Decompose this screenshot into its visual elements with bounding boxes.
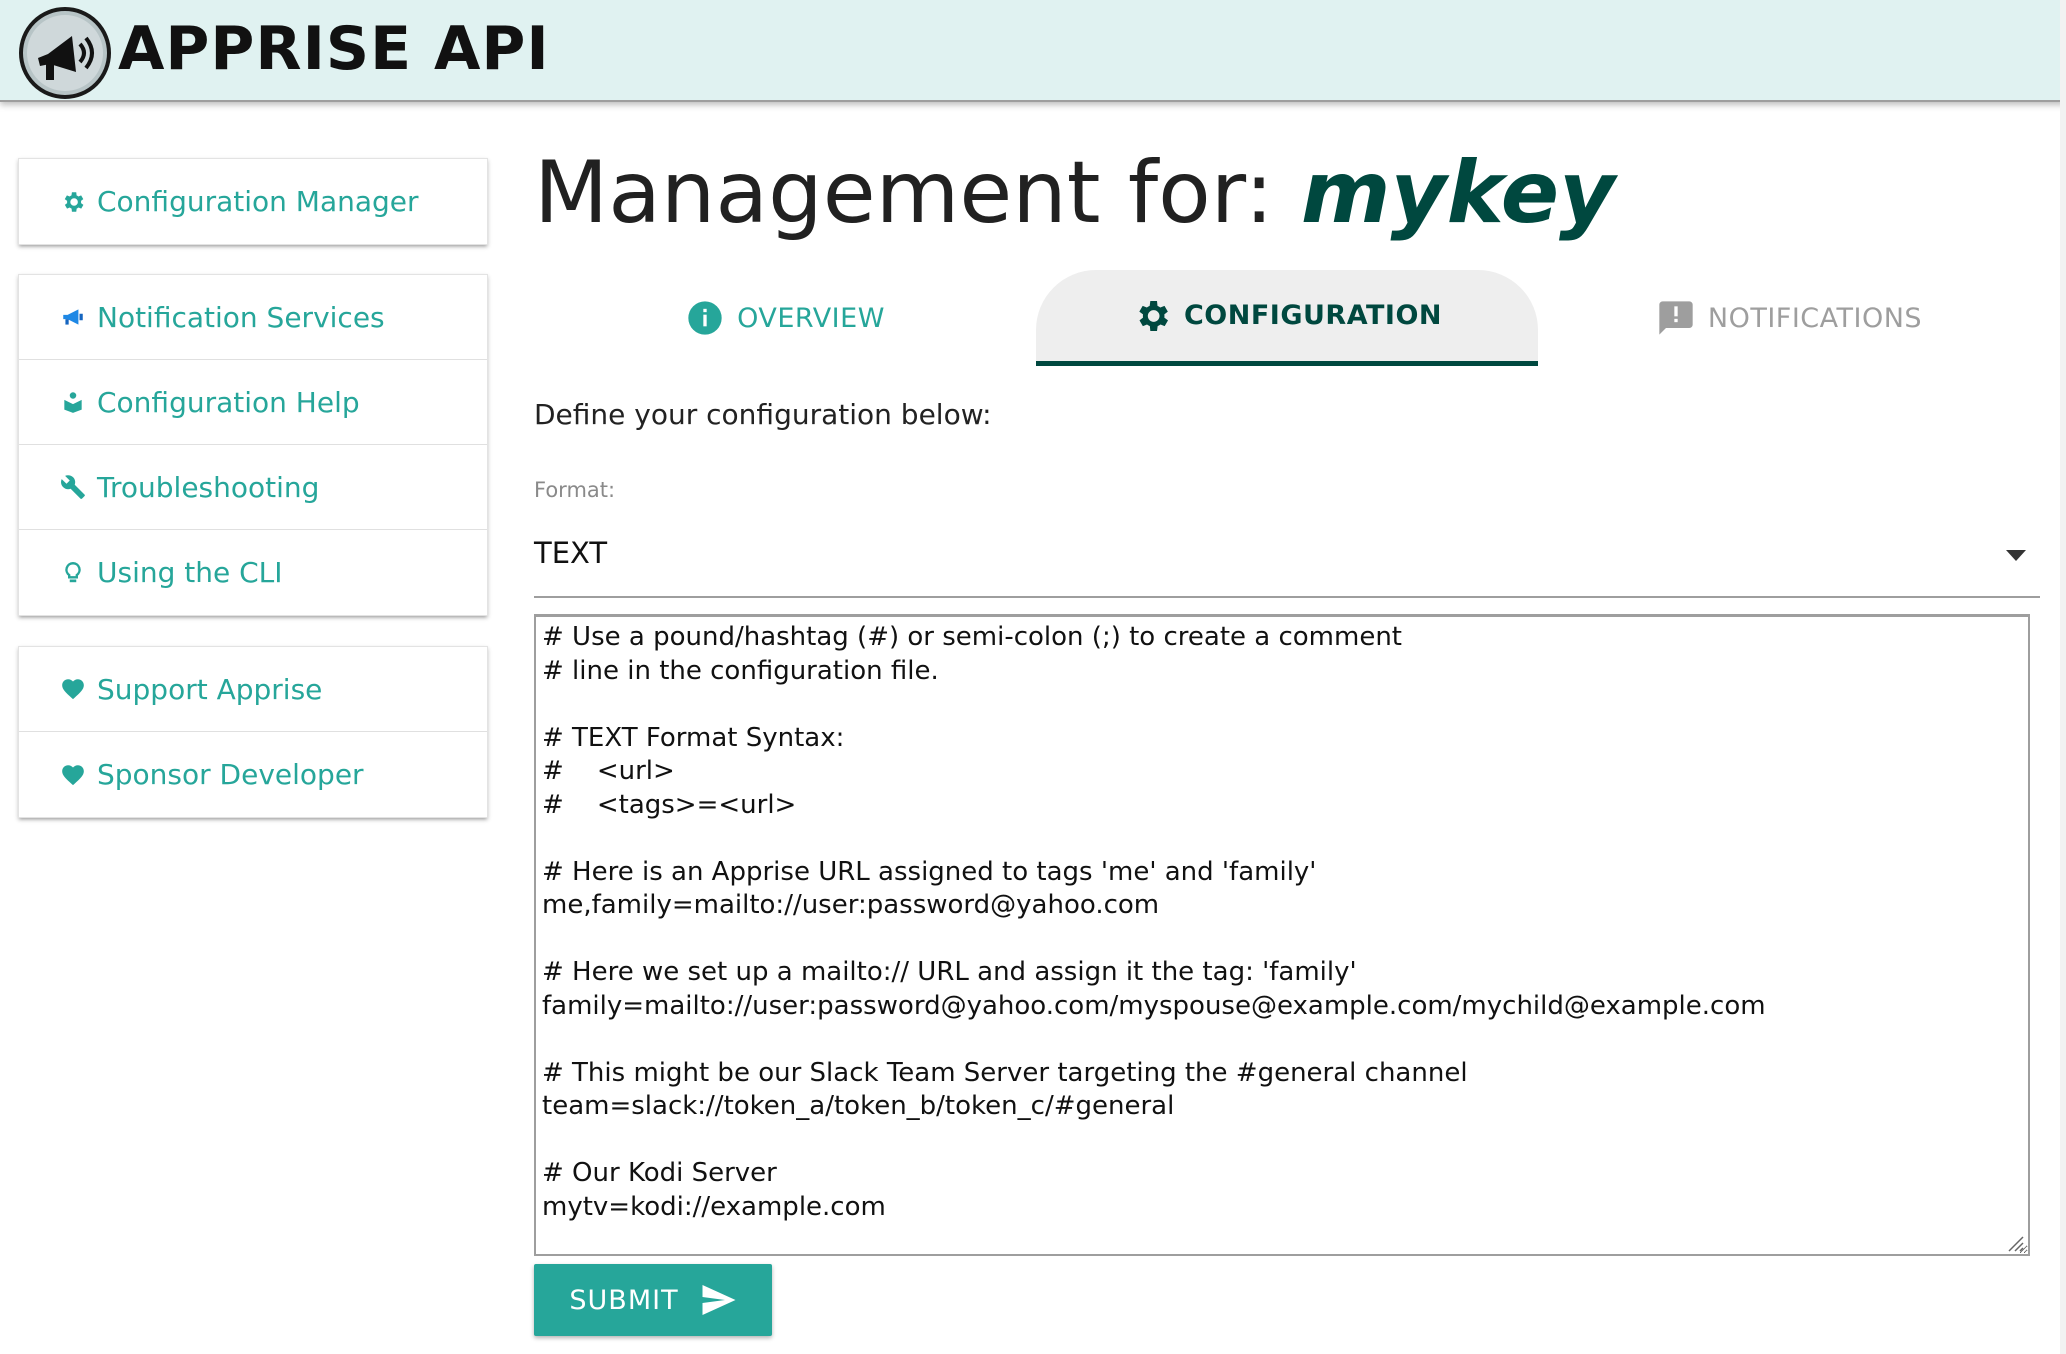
format-select-value: TEXT [534, 536, 608, 570]
apprise-logo[interactable] [18, 6, 112, 100]
sidebar-item-troubleshooting[interactable]: Troubleshooting [19, 445, 487, 530]
tab-configuration[interactable]: CONFIGURATION [1036, 270, 1538, 366]
app-title: APPRISE API [118, 14, 550, 84]
sidebar-item-label: Configuration Help [97, 385, 360, 419]
tab-overview[interactable]: OVERVIEW [534, 270, 1036, 366]
sidebar-group-main: Configuration Manager [18, 158, 488, 245]
sidebar-item-configuration-help[interactable]: Configuration Help [19, 360, 487, 445]
app-header: APPRISE API [0, 0, 2066, 102]
tab-label: OVERVIEW [737, 302, 885, 334]
tab-bar: OVERVIEW CONFIGURATION NOTIFICATIONS [534, 270, 2040, 366]
sidebar-item-label: Sponsor Developer [97, 758, 364, 791]
page-title: Management for: mykey [534, 138, 1615, 248]
format-label: Format: [534, 478, 616, 502]
configuration-textarea[interactable] [534, 614, 2030, 1256]
page-scrollbar[interactable] [2060, 0, 2066, 1354]
sidebar-item-sponsor-developer[interactable]: Sponsor Developer [19, 732, 487, 817]
send-icon [702, 1285, 736, 1315]
heart-icon [59, 761, 87, 789]
gear-icon [1139, 300, 1168, 331]
page-title-prefix: Management for: [534, 143, 1301, 243]
gear-icon [59, 188, 87, 216]
sidebar-item-using-the-cli[interactable]: Using the CLI [19, 530, 487, 615]
feedback-icon [1659, 301, 1693, 335]
sidebar-group-support: Support Apprise Sponsor Developer [18, 646, 488, 818]
heart-icon [59, 675, 87, 703]
sidebar-item-label: Notification Services [97, 300, 385, 334]
page-title-key: mykey [1300, 143, 1616, 243]
help-book-icon [59, 388, 87, 416]
instructions-text: Define your configuration below: [534, 398, 992, 431]
sidebar-item-label: Configuration Manager [97, 185, 419, 218]
format-select[interactable]: TEXT [534, 520, 2040, 598]
tab-label: NOTIFICATIONS [1707, 302, 1923, 334]
wrench-icon [59, 473, 87, 501]
sidebar-item-label: Using the CLI [97, 556, 283, 589]
megaphone-icon [59, 303, 87, 331]
submit-button[interactable]: SUBMIT [534, 1264, 772, 1336]
resize-handle-icon[interactable] [2006, 1234, 2024, 1252]
sidebar-item-notification-services[interactable]: Notification Services [19, 275, 487, 360]
sidebar-item-label: Troubleshooting [97, 470, 320, 504]
sidebar-item-configuration-manager[interactable]: Configuration Manager [19, 159, 487, 244]
sidebar-item-label: Support Apprise [97, 672, 323, 706]
submit-button-label: SUBMIT [569, 1284, 679, 1316]
lightbulb-icon [59, 559, 87, 587]
sidebar-item-support-apprise[interactable]: Support Apprise [19, 647, 487, 732]
tab-notifications[interactable]: NOTIFICATIONS [1538, 270, 2040, 366]
sidebar-group-help: Notification Services Configuration Help… [18, 274, 488, 616]
tab-label: CONFIGURATION [1183, 300, 1443, 331]
info-icon [688, 301, 722, 335]
caret-down-icon [2006, 550, 2026, 561]
